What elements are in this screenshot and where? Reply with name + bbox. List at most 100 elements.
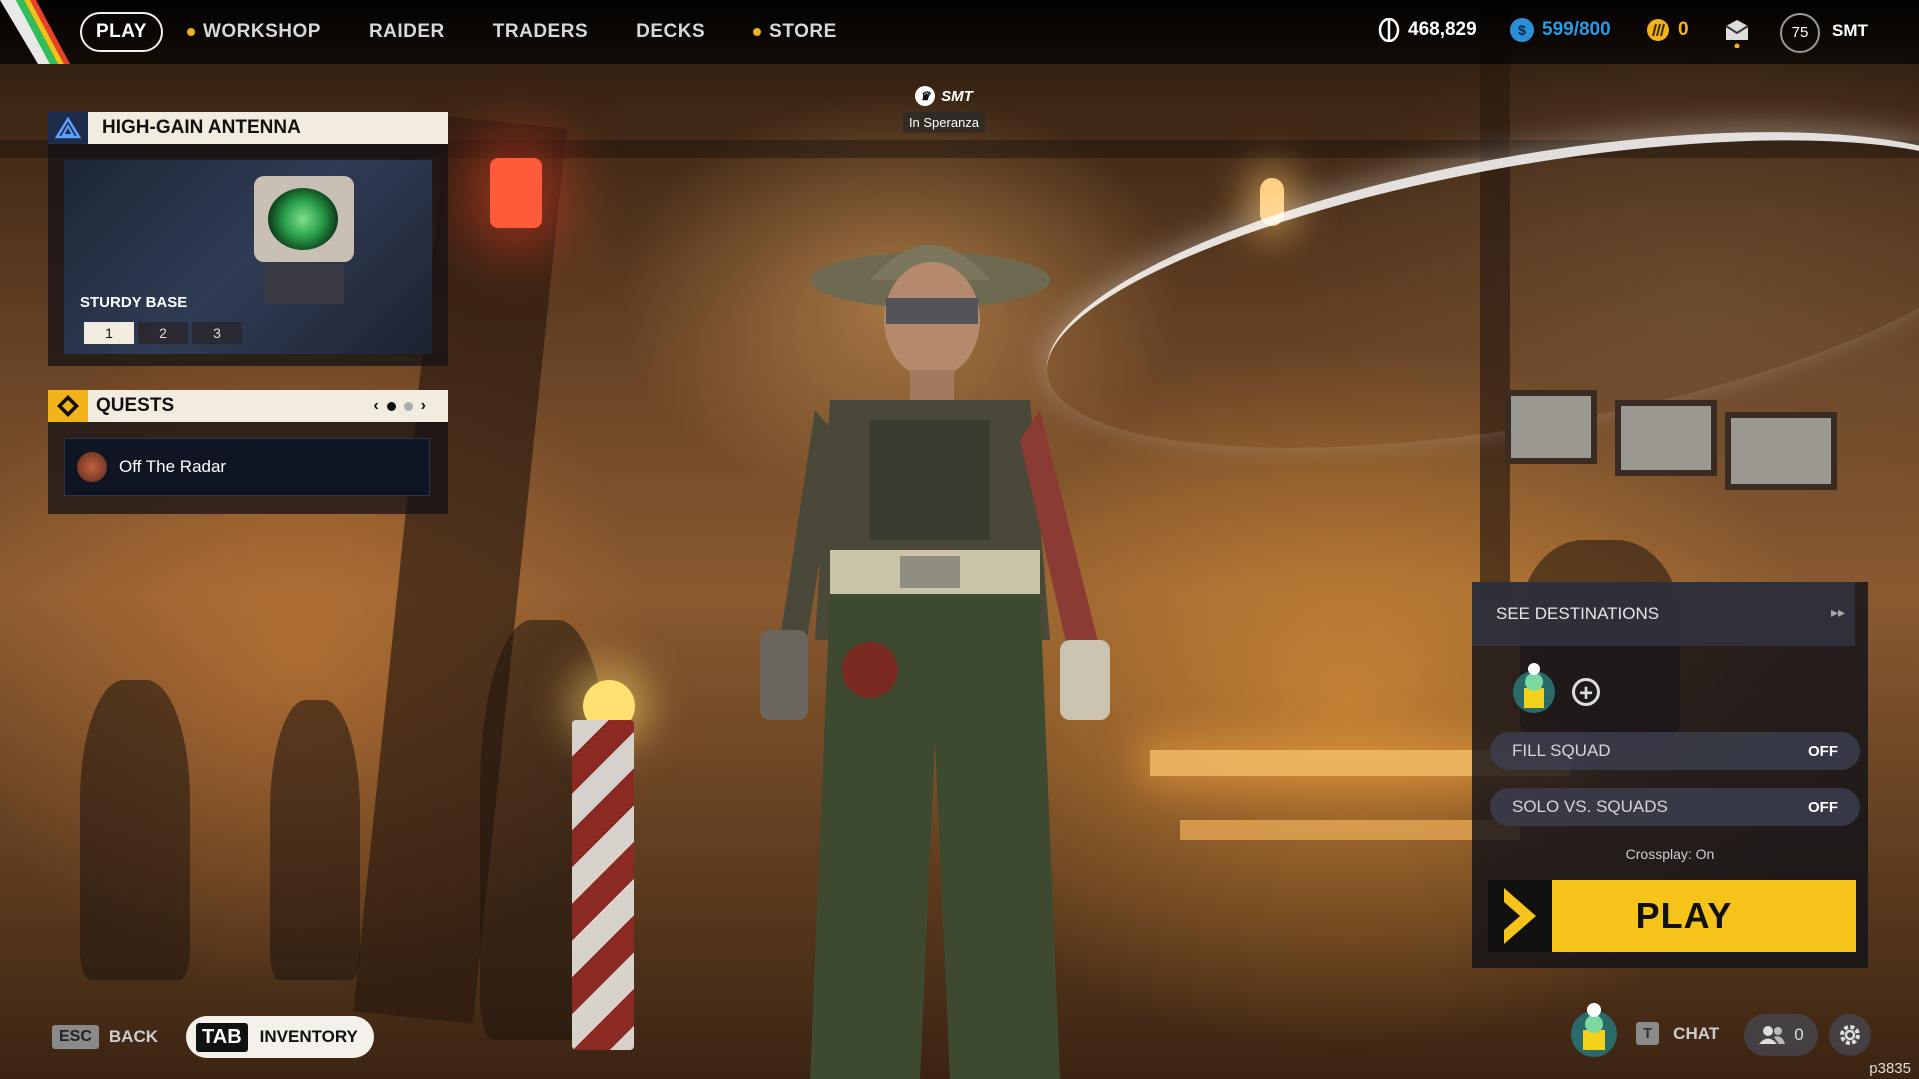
friends-count: 0 xyxy=(1794,1025,1804,1044)
settings-button[interactable] xyxy=(1829,1014,1871,1056)
cred-balance[interactable]: 0 xyxy=(1646,18,1689,42)
raider-token-balance[interactable]: $ 599/800 xyxy=(1510,18,1611,42)
inventory-label: INVENTORY xyxy=(259,1027,358,1046)
chat-label: CHAT xyxy=(1673,1023,1720,1043)
quests-card: Off The Radar xyxy=(48,422,448,514)
coins-balance[interactable]: 468,829 xyxy=(1378,18,1477,42)
player-nameplate-name: ♛ SMT xyxy=(894,86,994,106)
fill-squad-label: FILL SQUAD xyxy=(1512,741,1611,760)
player-avatar[interactable] xyxy=(1570,1000,1618,1058)
antenna-card[interactable]: STURDY BASE 1 2 3 xyxy=(48,144,448,366)
notification-dot-icon xyxy=(753,28,762,36)
nav-tab-workshop[interactable]: WORKSHOP xyxy=(163,12,345,52)
friends-icon xyxy=(1759,1026,1786,1044)
player-location: In Speranza xyxy=(902,112,986,133)
fill-squad-toggle[interactable]: FILL SQUAD OFF xyxy=(1490,732,1860,770)
add-squad-member-button[interactable]: + xyxy=(1572,678,1600,707)
background-tv xyxy=(1615,400,1717,476)
nav-tab-traders[interactable]: TRADERS xyxy=(469,12,612,52)
crossplay-status: Crossplay: On xyxy=(1625,846,1715,862)
quest-item[interactable]: Off The Radar xyxy=(64,438,430,496)
nav-tab-play[interactable]: PLAY xyxy=(80,12,163,52)
tab-key-hint: TAB xyxy=(196,1022,248,1052)
back-button[interactable]: ESC BACK xyxy=(52,1025,158,1049)
back-label: BACK xyxy=(108,1027,159,1046)
build-version: p3835 xyxy=(1869,1060,1911,1077)
chat-button[interactable]: T CHAT xyxy=(1636,1022,1719,1045)
notification-dot-icon xyxy=(186,28,195,36)
background-tv xyxy=(1505,390,1597,464)
nav-tab-store[interactable]: STORE xyxy=(729,12,861,52)
quest-title: Off The Radar xyxy=(119,457,227,476)
see-destinations-button[interactable]: SEE DESTINATIONS ▸▸ xyxy=(1472,582,1855,646)
striped-barrier xyxy=(572,720,634,1050)
nav-tab-decks[interactable]: DECKS xyxy=(612,12,729,52)
bar-counter xyxy=(1180,820,1520,840)
friends-button[interactable]: 0 xyxy=(1744,1014,1818,1056)
monitor-base xyxy=(264,264,344,304)
antenna-icon xyxy=(48,112,88,144)
t-key-hint: T xyxy=(1636,1022,1660,1045)
main-nav: PLAY WORKSHOP RAIDER TRADERS DECKS STORE xyxy=(80,12,861,52)
antenna-panel-header[interactable]: HIGH-GAIN ANTENNA xyxy=(48,112,448,144)
antenna-upgrade-label: STURDY BASE xyxy=(80,294,188,311)
background-tv xyxy=(1725,412,1837,490)
quest-diamond-icon xyxy=(48,390,88,422)
quest-giver-avatar xyxy=(77,452,107,482)
nav-tab-label: STORE xyxy=(769,21,837,42)
see-destinations-label: SEE DESTINATIONS xyxy=(1496,604,1660,623)
nav-tab-label: DECKS xyxy=(636,21,706,42)
play-panel: SEE DESTINATIONS ▸▸ + FILL SQUAD OFF SOL… xyxy=(1472,582,1868,968)
raider-token-value: 599/800 xyxy=(1542,19,1611,40)
background-figure xyxy=(270,700,360,980)
antenna-title: HIGH-GAIN ANTENNA xyxy=(102,117,301,138)
player-nameplate: ♛ SMT In Speranza xyxy=(894,86,994,133)
cred-value: 0 xyxy=(1678,19,1689,40)
raider-token-icon: $ xyxy=(1510,18,1534,42)
quests-pager: ‹ › xyxy=(373,390,426,422)
crown-icon: ♛ xyxy=(915,86,936,106)
nav-tab-label: PLAY xyxy=(96,21,147,42)
player-level-badge[interactable]: 75 xyxy=(1780,13,1820,53)
top-nav-bar: PLAY WORKSHOP RAIDER TRADERS DECKS STORE… xyxy=(0,0,1919,64)
player-level: 75 xyxy=(1791,24,1809,41)
cred-icon xyxy=(1647,19,1669,41)
inventory-button[interactable]: TAB INVENTORY xyxy=(186,1016,374,1058)
solo-vs-squads-toggle[interactable]: SOLO VS. SQUADS OFF xyxy=(1490,788,1860,826)
tier-tab[interactable]: 3 xyxy=(192,322,242,344)
nav-tab-raider[interactable]: RAIDER xyxy=(345,12,469,52)
solo-vs-squads-label: SOLO VS. SQUADS xyxy=(1512,797,1668,816)
antenna-tier-tabs: 1 2 3 xyxy=(84,322,242,344)
background-figure xyxy=(80,680,190,980)
double-chevron-right-icon: ▸▸ xyxy=(1830,604,1845,620)
gear-icon xyxy=(1840,1025,1860,1045)
play-button-label: PLAY xyxy=(1635,895,1733,936)
play-chevron-icon xyxy=(1488,880,1552,952)
page-dot xyxy=(403,401,413,411)
nav-tab-label: WORKSHOP xyxy=(202,21,321,42)
profile-name[interactable]: SMT xyxy=(1832,21,1868,41)
nav-tab-label: TRADERS xyxy=(492,21,589,42)
quests-title: QUESTS xyxy=(96,395,175,416)
mail-button[interactable] xyxy=(1724,18,1750,53)
radar-monitor-icon xyxy=(254,176,354,262)
player-tag-name: SMT xyxy=(941,87,973,105)
tier-tab[interactable]: 2 xyxy=(138,322,188,344)
chevron-right-icon[interactable]: › xyxy=(421,397,426,415)
bottom-left-controls: ESC BACK TAB INVENTORY xyxy=(52,1016,374,1058)
coins-value: 468,829 xyxy=(1408,19,1477,40)
mail-icon xyxy=(1725,20,1749,49)
solo-vs-squads-value: OFF xyxy=(1808,798,1838,816)
game-logo xyxy=(0,0,70,64)
squad-member-avatar[interactable] xyxy=(1512,662,1556,716)
page-dot-active xyxy=(386,401,396,411)
tier-tab[interactable]: 1 xyxy=(84,322,134,344)
nav-tab-label: RAIDER xyxy=(368,21,445,42)
play-button[interactable]: PLAY xyxy=(1488,880,1856,952)
red-lamp xyxy=(490,158,542,228)
esc-key-hint: ESC xyxy=(52,1025,99,1049)
quests-panel-header: QUESTS ‹ › xyxy=(48,390,448,422)
fill-squad-value: OFF xyxy=(1808,742,1838,760)
coin-icon xyxy=(1378,18,1400,42)
chevron-left-icon[interactable]: ‹ xyxy=(373,397,378,415)
